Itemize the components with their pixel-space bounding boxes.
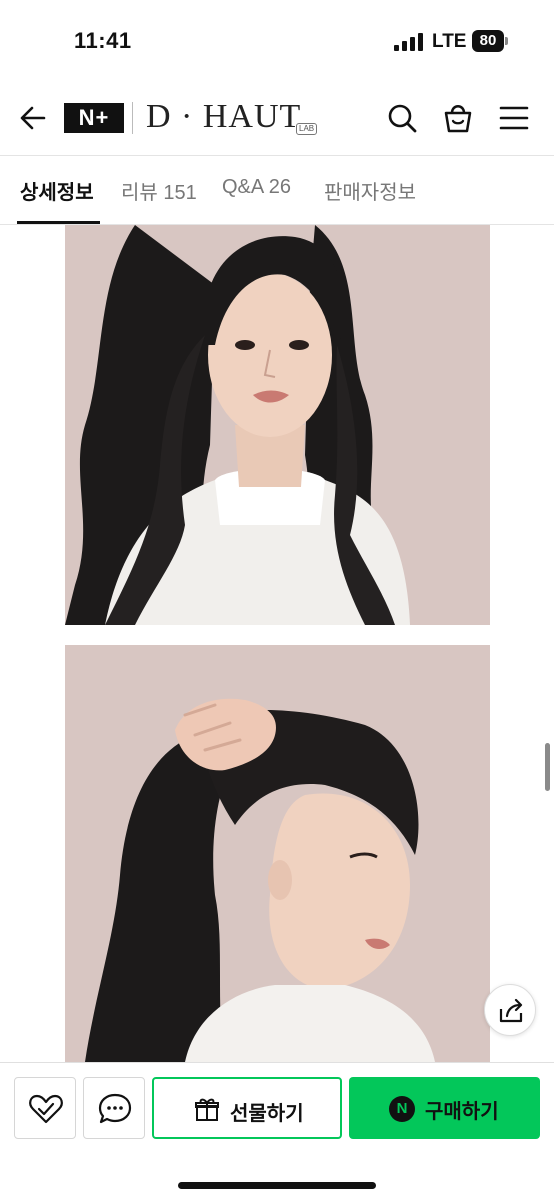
- buy-button-label: 구매하기: [425, 1101, 499, 1123]
- menu-icon: [499, 106, 529, 130]
- heart-check-icon: [29, 1094, 63, 1124]
- tab-qna[interactable]: Q&A 26: [222, 176, 291, 199]
- talk-button[interactable]: [83, 1077, 145, 1139]
- active-tab-underline: [17, 221, 100, 224]
- share-icon: [499, 998, 523, 1023]
- wishlist-button[interactable]: [14, 1077, 76, 1139]
- tab-bar: 상세정보 리뷰 151 Q&A 26 판매자정보: [0, 156, 554, 225]
- header: N+ D · HAUT LAB: [0, 80, 554, 156]
- home-indicator[interactable]: [178, 1182, 376, 1189]
- battery-icon: 80: [472, 30, 508, 52]
- share-button[interactable]: [484, 984, 536, 1036]
- scrollbar[interactable]: [545, 743, 550, 791]
- status-time: 11:41: [74, 28, 132, 53]
- chat-bubble-icon: [98, 1093, 132, 1124]
- shopping-bag-icon: [444, 105, 472, 133]
- tab-reviews[interactable]: 리뷰 151: [121, 176, 197, 205]
- logo-divider: [132, 102, 133, 134]
- naver-pay-badge: N: [389, 1096, 415, 1122]
- battery-level: 80: [472, 30, 504, 52]
- search-icon: [388, 104, 417, 133]
- tab-seller-info[interactable]: 판매자정보: [324, 176, 416, 205]
- bottom-action-bar: 선물하기 N 구매하기: [0, 1062, 554, 1200]
- carrier-label: LTE: [432, 31, 467, 52]
- menu-button[interactable]: [496, 100, 532, 136]
- gift-button[interactable]: 선물하기: [152, 1077, 342, 1139]
- nplus-logo[interactable]: N+: [64, 103, 124, 133]
- product-photo-side: [65, 645, 490, 1062]
- back-button[interactable]: [16, 100, 52, 136]
- gift-icon: [195, 1098, 219, 1121]
- status-bar: 11:41 LTE 80: [0, 0, 554, 80]
- gift-button-label: 선물하기: [230, 1103, 304, 1125]
- brand-name[interactable]: D · HAUT: [146, 98, 301, 136]
- back-arrow-icon: [20, 106, 46, 130]
- search-button[interactable]: [384, 100, 420, 136]
- cart-button[interactable]: [440, 100, 476, 136]
- brand-sub-label: LAB: [296, 123, 318, 135]
- signal-icon: [394, 33, 424, 51]
- tab-details[interactable]: 상세정보: [20, 176, 94, 205]
- product-photo-front: [65, 225, 490, 625]
- buy-button[interactable]: N 구매하기: [349, 1077, 540, 1139]
